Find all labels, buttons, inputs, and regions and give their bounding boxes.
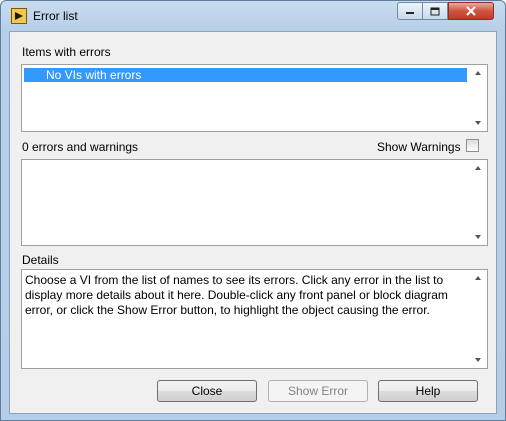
window-title: Error list [33,9,78,23]
errors-list[interactable] [21,159,488,246]
errors-count-label: 0 errors and warnings [22,140,139,154]
minimize-icon [406,12,414,14]
title-bar[interactable]: Error list [1,1,505,31]
minimize-button[interactable] [397,2,423,20]
labview-icon [11,8,27,24]
maximize-icon [430,7,440,15]
errors-scrollbar[interactable] [470,160,487,245]
items-with-errors-label: Items with errors [22,45,111,59]
dialog-body: Items with errors No VIs with errors 0 e… [9,31,497,414]
details-label: Details [22,253,59,267]
close-window-button[interactable] [448,2,494,20]
close-icon [466,6,476,16]
items-with-errors-list[interactable]: No VIs with errors [21,64,488,132]
scroll-up-icon[interactable] [475,166,481,170]
scroll-up-icon[interactable] [475,276,481,280]
show-error-button[interactable]: Show Error [268,380,368,402]
close-button[interactable]: Close [157,380,257,402]
details-box[interactable]: Choose a VI from the list of names to se… [21,269,488,369]
details-line: Choose a VI from the list of names to se… [25,273,444,287]
scroll-down-icon[interactable] [475,121,481,125]
list-item-label: No VIs with errors [46,68,142,82]
details-line: display more details about it here. Doub… [25,288,448,302]
details-scrollbar[interactable] [470,270,487,368]
details-text: Choose a VI from the list of names to se… [25,273,467,318]
scroll-up-icon[interactable] [475,71,481,75]
maximize-button[interactable] [422,2,448,20]
scroll-down-icon[interactable] [475,358,481,362]
show-warnings-checkbox[interactable] [466,139,479,152]
help-button[interactable]: Help [378,380,478,402]
error-list-window: Error list Items with errors No VIs with… [0,0,506,421]
show-warnings-label: Show Warnings [377,140,461,154]
scroll-down-icon[interactable] [475,235,481,239]
details-line: error, or click the Show Error button, t… [25,303,430,317]
list-item[interactable]: No VIs with errors [24,68,467,82]
items-scrollbar[interactable] [470,65,487,131]
